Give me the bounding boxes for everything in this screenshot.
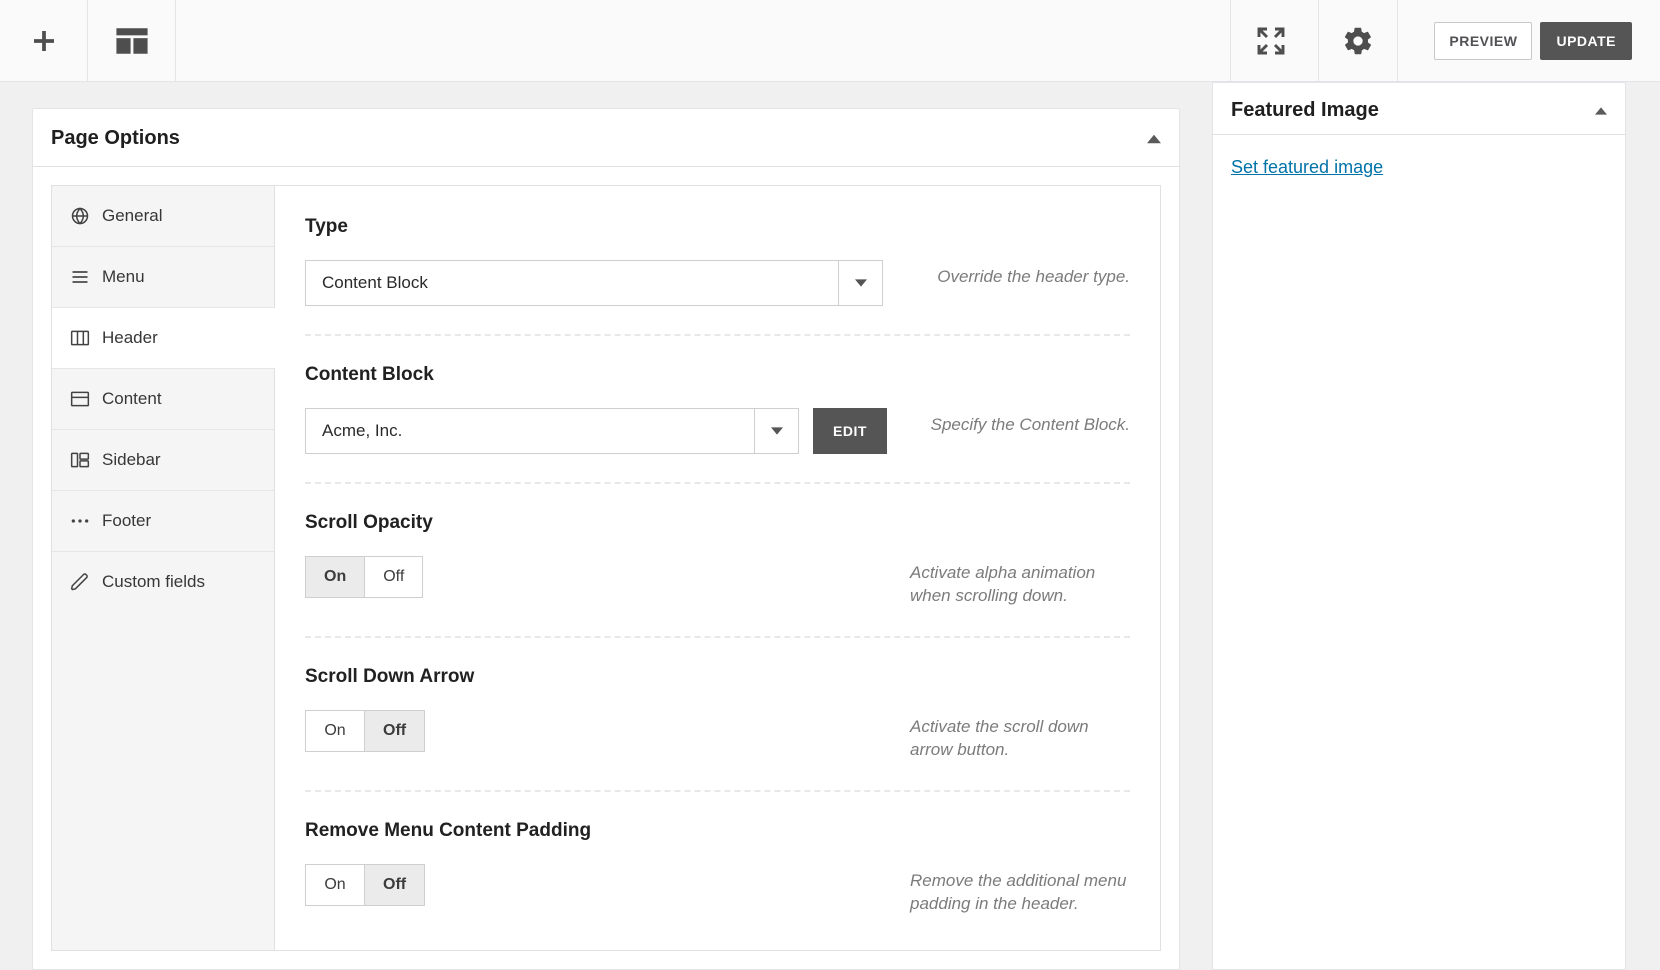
field-scroll-opacity-label: Scroll Opacity <box>305 512 1130 534</box>
tab-header-label: Header <box>102 328 158 348</box>
content-icon <box>70 389 90 409</box>
scroll-down-arrow-off[interactable]: Off <box>364 711 424 751</box>
toolbar-left <box>0 0 176 81</box>
tab-menu-label: Menu <box>102 267 145 287</box>
scroll-down-arrow-toggle: On Off <box>305 710 425 752</box>
featured-image-panel: Featured Image Set featured image <box>1212 82 1626 970</box>
edit-content-block-button[interactable]: EDIT <box>813 408 887 454</box>
scroll-opacity-toggle: On Off <box>305 556 423 598</box>
tab-footer-label: Footer <box>102 511 151 531</box>
tab-sidebar-label: Sidebar <box>102 450 161 470</box>
plus-icon <box>29 26 59 56</box>
type-select[interactable]: Content Block <box>305 260 883 306</box>
preview-button[interactable]: PREVIEW <box>1434 22 1532 60</box>
globe-icon <box>70 206 90 226</box>
field-scroll-opacity: Scroll Opacity On Off Activate alpha ani… <box>305 500 1130 638</box>
featured-image-header[interactable]: Featured Image <box>1213 83 1625 135</box>
set-featured-image-link[interactable]: Set featured image <box>1231 157 1383 177</box>
layout-icon <box>115 26 149 56</box>
content-block-select-value: Acme, Inc. <box>306 409 754 453</box>
sidebar-icon <box>70 450 90 470</box>
tab-custom-fields-label: Custom fields <box>102 572 205 592</box>
content-block-select[interactable]: Acme, Inc. <box>305 408 799 454</box>
featured-image-title: Featured Image <box>1231 99 1379 122</box>
layout-button[interactable] <box>88 0 176 81</box>
options-box: General Menu Header <box>51 185 1161 951</box>
page-options-title: Page Options <box>51 127 180 150</box>
options-tabs: General Menu Header <box>52 186 275 950</box>
scroll-down-arrow-on[interactable]: On <box>306 711 364 751</box>
field-scroll-down-arrow: Scroll Down Arrow On Off Activate the sc… <box>305 654 1130 792</box>
scroll-opacity-help: Activate alpha animation when scrolling … <box>910 556 1130 608</box>
tab-sidebar[interactable]: Sidebar <box>52 430 274 491</box>
tab-menu[interactable]: Menu <box>52 247 274 308</box>
expand-icon <box>1255 25 1287 57</box>
add-block-button[interactable] <box>0 0 88 81</box>
remove-menu-padding-toggle: On Off <box>305 864 425 906</box>
field-type: Type Content Block Override the <box>305 204 1130 336</box>
content-block-help: Specify the Content Block. <box>931 408 1130 437</box>
tab-content-label: Content <box>102 389 162 409</box>
remove-menu-padding-on[interactable]: On <box>306 865 364 905</box>
scroll-opacity-off[interactable]: Off <box>364 557 422 597</box>
field-remove-menu-padding: Remove Menu Content Padding On Off Remov… <box>305 808 1130 922</box>
tab-content[interactable]: Content <box>52 369 274 430</box>
collapse-icon[interactable] <box>1595 105 1607 117</box>
tab-general[interactable]: General <box>52 186 274 247</box>
remove-menu-padding-help: Remove the additional menu padding in th… <box>910 864 1130 916</box>
toolbar-right: PREVIEW UPDATE <box>1230 0 1660 81</box>
collapse-icon[interactable] <box>1147 132 1161 146</box>
tab-header[interactable]: Header <box>52 308 274 369</box>
remove-menu-padding-off[interactable]: Off <box>364 865 424 905</box>
tab-general-label: General <box>102 206 162 226</box>
gear-icon <box>1342 25 1374 57</box>
header-icon <box>70 328 90 348</box>
footer-icon <box>70 516 90 526</box>
settings-button[interactable] <box>1318 0 1398 81</box>
chevron-down-icon <box>838 261 882 305</box>
field-type-label: Type <box>305 216 1130 238</box>
editor-toolbar: PREVIEW UPDATE <box>0 0 1660 82</box>
scroll-opacity-on[interactable]: On <box>306 557 364 597</box>
update-button[interactable]: UPDATE <box>1540 22 1632 60</box>
chevron-down-icon <box>754 409 798 453</box>
type-select-value: Content Block <box>306 261 838 305</box>
field-content-block-label: Content Block <box>305 364 1130 386</box>
type-help: Override the header type. <box>937 260 1130 289</box>
pencil-icon <box>70 572 90 592</box>
menu-icon <box>70 267 90 287</box>
tab-custom-fields[interactable]: Custom fields <box>52 552 274 612</box>
tab-footer[interactable]: Footer <box>52 491 274 552</box>
fields-column: Type Content Block Override the <box>275 186 1160 950</box>
field-remove-menu-padding-label: Remove Menu Content Padding <box>305 820 1130 842</box>
page-options-header[interactable]: Page Options <box>33 109 1179 167</box>
fullscreen-button[interactable] <box>1230 0 1310 81</box>
field-content-block: Content Block Acme, Inc. EDIT <box>305 352 1130 484</box>
page-options-panel: Page Options General <box>32 108 1180 970</box>
scroll-down-arrow-help: Activate the scroll down arrow button. <box>910 710 1130 762</box>
field-scroll-down-arrow-label: Scroll Down Arrow <box>305 666 1130 688</box>
